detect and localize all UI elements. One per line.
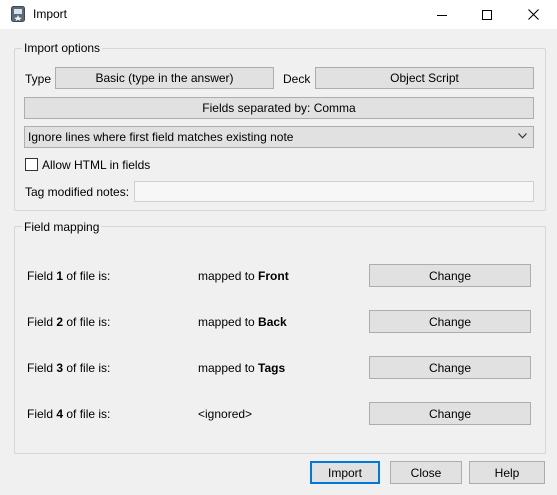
duplicate-handling-value: Ignore lines where first field matches e… xyxy=(28,130,294,144)
fields-separator-label: Fields separated by: Comma xyxy=(202,101,356,115)
type-label: Type xyxy=(25,72,52,86)
close-button[interactable]: Close xyxy=(390,461,462,484)
change-button[interactable]: Change xyxy=(369,402,531,425)
mapping-target: <ignored> xyxy=(198,407,253,421)
close-window-button[interactable] xyxy=(511,0,555,29)
import-options-title: Import options xyxy=(22,41,103,55)
tag-modified-input[interactable] xyxy=(134,181,534,202)
maximize-icon xyxy=(482,9,492,20)
import-button[interactable]: Import xyxy=(310,461,380,484)
change-button[interactable]: Change xyxy=(369,264,531,287)
maximize-button[interactable] xyxy=(465,0,509,29)
fields-separator-button[interactable]: Fields separated by: Comma xyxy=(24,97,534,119)
app-icon xyxy=(11,6,25,22)
allow-html-checkbox[interactable] xyxy=(25,158,38,171)
minimize-icon xyxy=(437,14,447,16)
minimize-button[interactable] xyxy=(420,0,464,29)
chevron-down-icon xyxy=(518,133,527,139)
mapping-target: mapped to Back xyxy=(198,315,287,329)
allow-html-label: Allow HTML in fields xyxy=(42,158,151,172)
tag-modified-label: Tag modified notes: xyxy=(25,185,130,199)
change-button[interactable]: Change xyxy=(369,356,531,379)
change-button[interactable]: Change xyxy=(369,310,531,333)
field-label: Field 4 of file is: xyxy=(27,407,111,421)
field-label: Field 3 of file is: xyxy=(27,361,111,375)
field-label: Field 2 of file is: xyxy=(27,315,111,329)
duplicate-handling-select[interactable]: Ignore lines where first field matches e… xyxy=(24,126,534,148)
note-type-value: Basic (type in the answer) xyxy=(95,71,234,85)
field-mapping-title: Field mapping xyxy=(22,220,102,234)
deck-label: Deck xyxy=(283,72,311,86)
help-button[interactable]: Help xyxy=(469,461,545,484)
deck-button[interactable]: Object Script xyxy=(315,67,534,89)
note-type-button[interactable]: Basic (type in the answer) xyxy=(55,67,274,89)
deck-value: Object Script xyxy=(390,71,459,85)
window-title: Import xyxy=(33,7,68,21)
mapping-target: mapped to Front xyxy=(198,269,289,283)
field-label: Field 1 of file is: xyxy=(27,269,111,283)
mapping-target: mapped to Tags xyxy=(198,361,286,375)
close-icon xyxy=(527,9,539,20)
title-bar: Import xyxy=(0,0,557,29)
